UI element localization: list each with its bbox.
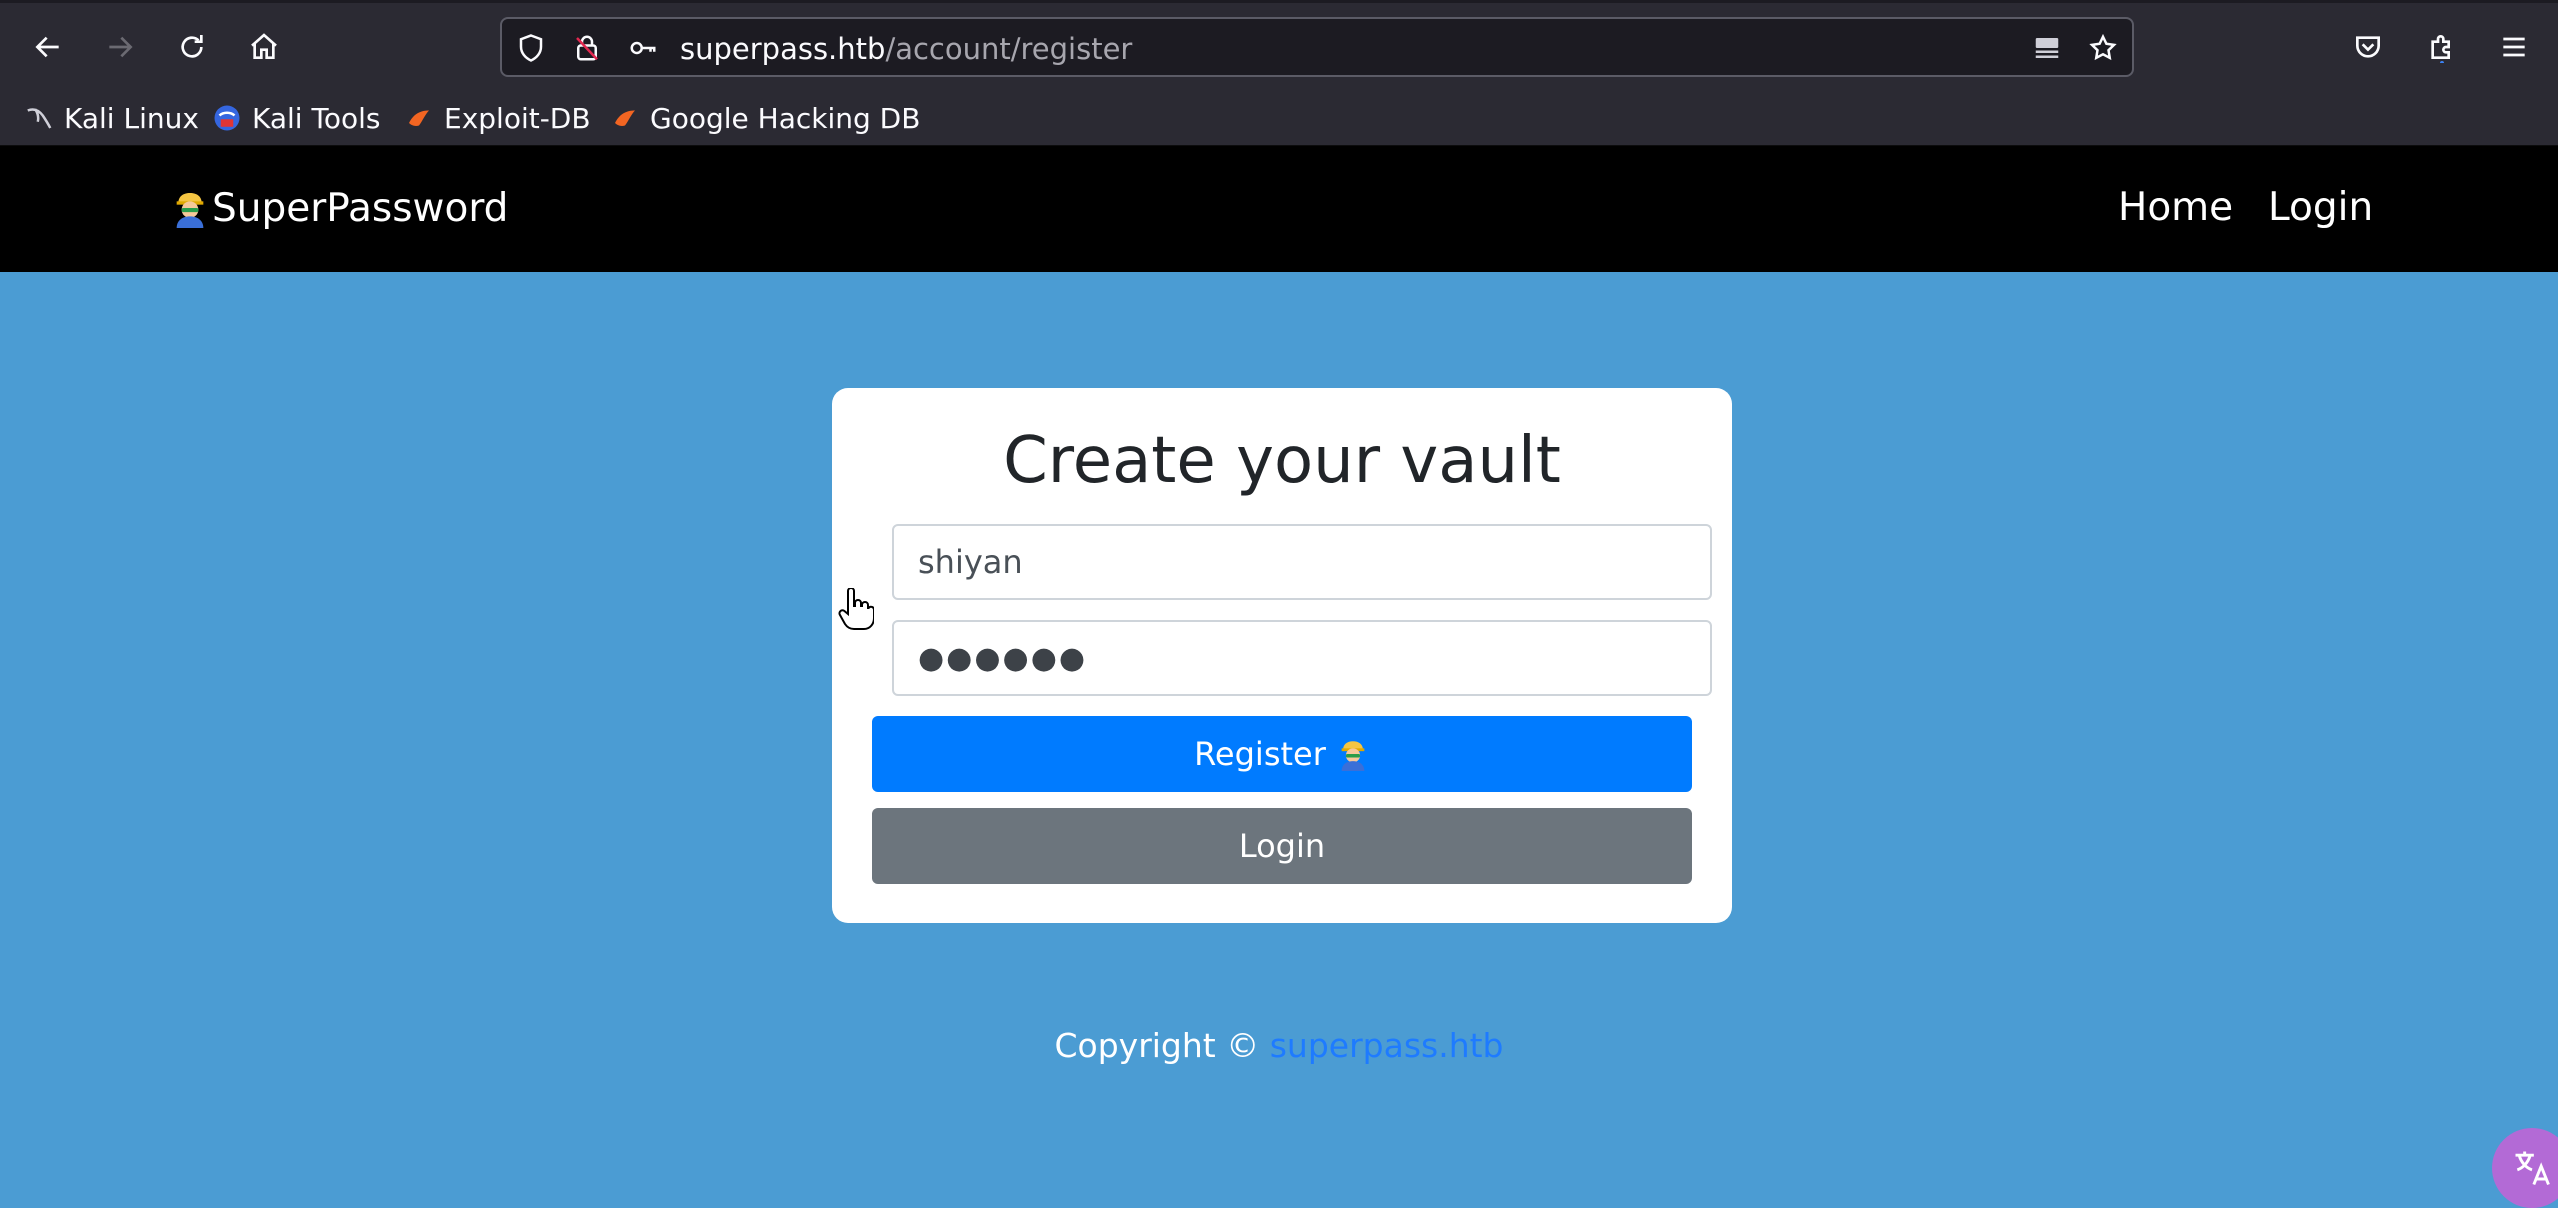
insecure-lock-icon[interactable] xyxy=(570,31,604,65)
card-title: Create your vault xyxy=(1003,424,1561,498)
bookmark-kali-tools[interactable]: Kali Tools xyxy=(212,98,380,138)
url-text[interactable]: superpass.htb/account/register xyxy=(680,32,1132,66)
pocket-button[interactable] xyxy=(2342,21,2394,73)
key-icon[interactable] xyxy=(626,31,660,65)
bookmark-label: Kali Linux xyxy=(64,101,199,135)
bookmark-label: Kali Tools xyxy=(252,101,381,135)
app-menu-button[interactable] xyxy=(2488,21,2540,73)
reload-icon xyxy=(181,35,203,58)
detective-emoji-icon xyxy=(176,193,204,228)
footer-site-link[interactable]: superpass.htb xyxy=(1270,1026,1504,1065)
username-input[interactable]: shiyan xyxy=(892,524,1712,600)
reload-button[interactable] xyxy=(166,21,218,73)
ghdb-icon xyxy=(615,110,635,126)
home-icon xyxy=(251,33,277,59)
nav-login-link[interactable]: Login xyxy=(2268,182,2373,234)
url-host: superpass.htb xyxy=(680,32,886,66)
puzzle-extension-icon xyxy=(2431,35,2450,63)
bookmark-label: Google Hacking DB xyxy=(650,101,921,135)
pocket-icon xyxy=(2356,36,2380,58)
register-card: Create your vault shiyan ●●●●●● Register… xyxy=(832,388,1732,923)
reader-view-icon[interactable] xyxy=(2030,31,2064,65)
nav-home-link[interactable]: Home xyxy=(2118,182,2233,234)
kali-dragon-icon xyxy=(27,108,52,129)
kali-tools-icon xyxy=(214,105,240,131)
bookmark-exploit-db[interactable]: Exploit-DB xyxy=(404,98,591,138)
register-button[interactable]: Register xyxy=(872,716,1692,792)
bookmark-google-hacking-db[interactable]: Google Hacking DB xyxy=(610,98,920,138)
brand-link[interactable]: SuperPassword xyxy=(170,182,508,234)
hamburger-menu-icon xyxy=(2503,37,2525,57)
copyright-text: Copyright © xyxy=(1054,1026,1260,1065)
register-button-label: Register xyxy=(1194,735,1326,773)
site-navbar: SuperPassword Home Login xyxy=(0,146,2558,272)
url-bar[interactable]: superpass.htb/account/register xyxy=(500,17,2134,77)
browser-toolbar: superpass.htb/account/register xyxy=(0,0,2558,90)
brand-name: SuperPassword xyxy=(212,185,509,231)
translate-icon xyxy=(2515,1151,2550,1186)
back-button[interactable] xyxy=(22,21,74,73)
bookmark-label: Exploit-DB xyxy=(444,101,591,135)
forward-arrow-icon xyxy=(109,36,133,58)
detective-emoji-icon xyxy=(1341,741,1365,771)
hand-cursor-icon xyxy=(838,588,874,630)
bookmarks-toolbar: Kali Linux Kali Tools Exploit-DB Google … xyxy=(0,90,2558,146)
exploit-db-icon xyxy=(409,110,429,126)
shield-icon[interactable] xyxy=(514,31,548,65)
login-button[interactable]: Login xyxy=(872,808,1692,884)
footer: Copyright © superpass.htb xyxy=(0,1026,2558,1065)
bookmark-star-icon[interactable] xyxy=(2086,31,2120,65)
bookmark-kali-linux[interactable]: Kali Linux xyxy=(24,98,199,138)
forward-button[interactable] xyxy=(94,21,146,73)
home-button[interactable] xyxy=(238,21,290,73)
url-path: /account/register xyxy=(885,32,1133,66)
translate-button[interactable] xyxy=(2492,1128,2558,1208)
extensions-button[interactable] xyxy=(2416,21,2468,73)
password-input[interactable]: ●●●●●● xyxy=(892,620,1712,696)
back-arrow-icon xyxy=(35,36,59,58)
